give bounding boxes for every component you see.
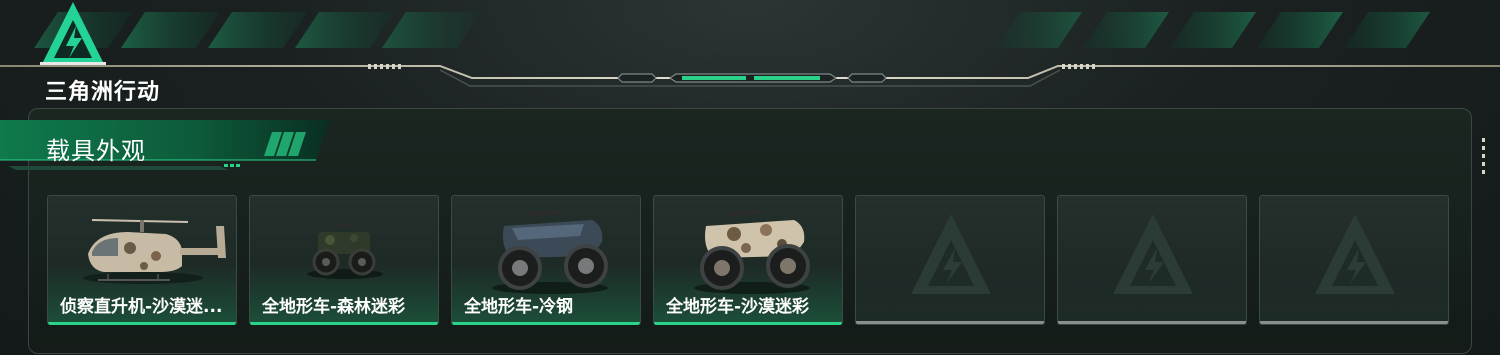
- section-header: 载具外观: [0, 120, 340, 176]
- empty-indicator: [1260, 321, 1448, 324]
- header-decoration: [0, 12, 1500, 87]
- empty-indicator: [856, 321, 1044, 324]
- owned-indicator: [452, 322, 640, 325]
- skin-name: 侦察直升机-沙漠迷...: [60, 297, 223, 317]
- skin-card[interactable]: 侦察直升机-沙漠迷...: [47, 195, 237, 325]
- skin-name: 全地形车-冷钢: [464, 297, 574, 317]
- empty-skin-slot[interactable]: [1259, 195, 1449, 325]
- top-header: 三角洲行动: [0, 0, 1500, 105]
- skin-name: 全地形车-沙漠迷彩: [666, 297, 810, 317]
- empty-skin-slot[interactable]: [855, 195, 1045, 325]
- skin-card[interactable]: 全地形车-冷钢: [451, 195, 641, 325]
- skin-card[interactable]: 全地形车-沙漠迷彩: [653, 195, 843, 325]
- delta-watermark-icon: [1315, 214, 1395, 294]
- game-logo: 三角洲行动: [40, 0, 190, 105]
- delta-watermark-icon: [1113, 214, 1193, 294]
- empty-skin-slot[interactable]: [1057, 195, 1247, 325]
- skin-card[interactable]: 全地形车-森林迷彩: [249, 195, 439, 325]
- owned-indicator: [654, 322, 842, 325]
- owned-indicator: [48, 322, 236, 325]
- empty-indicator: [1058, 321, 1246, 324]
- scroll-indicator[interactable]: [1482, 138, 1486, 178]
- section-title: 载具外观: [46, 137, 146, 165]
- delta-logo-icon: [40, 2, 106, 65]
- skin-name: 全地形车-森林迷彩: [262, 297, 406, 317]
- brand-name: 三角洲行动: [45, 80, 161, 105]
- delta-watermark-icon: [911, 214, 991, 294]
- owned-indicator: [250, 322, 438, 325]
